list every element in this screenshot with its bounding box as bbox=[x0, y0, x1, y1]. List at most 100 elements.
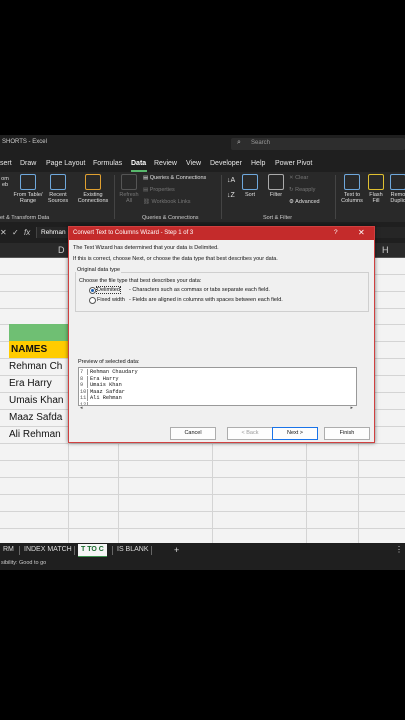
preview-row-number: 9 bbox=[79, 382, 88, 388]
name-cell[interactable]: Maaz Safda bbox=[9, 412, 69, 428]
help-icon[interactable]: ? bbox=[334, 229, 338, 236]
gridline bbox=[0, 477, 405, 478]
reapply-button[interactable]: ↻ Reapply bbox=[289, 187, 315, 193]
sheet-tab-index-match[interactable]: INDEX MATCH bbox=[21, 544, 75, 556]
name-cell[interactable]: Ali Rehman bbox=[9, 429, 69, 445]
advanced-label: Advanced bbox=[295, 199, 320, 205]
choose-file-type-label: Choose the file type that best describes… bbox=[79, 278, 202, 284]
name-cell[interactable]: Era Harry bbox=[9, 378, 69, 394]
column-header-d[interactable]: D bbox=[58, 245, 65, 255]
add-sheet-button[interactable]: + bbox=[171, 544, 182, 556]
scroll-right-icon[interactable]: ▸ bbox=[350, 405, 353, 411]
close-icon[interactable]: ✕ bbox=[358, 228, 365, 237]
fixed-width-description: - Fields are aligned in columns with spa… bbox=[129, 297, 283, 303]
from-table-label: From Table/ Range bbox=[13, 192, 43, 204]
names-header-text: NAMES bbox=[11, 344, 48, 355]
fixed-width-label[interactable]: Fixed width bbox=[97, 297, 125, 303]
status-bar: sibility: Good to go bbox=[0, 557, 405, 570]
group-label-sort-filter: Sort & Filter bbox=[263, 215, 293, 221]
clear-button[interactable]: ⨯ Clear bbox=[289, 175, 308, 181]
from-web-button[interactable]: om eb bbox=[0, 176, 10, 188]
back-button[interactable]: < Back bbox=[227, 427, 273, 440]
excel-window: SHORTS - Excel ⌕ Search sert Draw Page L… bbox=[0, 135, 405, 570]
preview-row-number: 11 bbox=[80, 395, 88, 401]
table-icon bbox=[20, 174, 36, 190]
sort-az-icon[interactable]: ↓A bbox=[227, 177, 235, 184]
remove-duplicates-icon bbox=[390, 174, 405, 190]
gridline bbox=[0, 511, 405, 512]
recent-sources-button[interactable]: Recent Sources bbox=[46, 174, 70, 204]
delimited-radio[interactable] bbox=[89, 287, 96, 294]
finish-button[interactable]: Finish bbox=[324, 427, 370, 440]
flash-fill-button[interactable]: Flash Fill bbox=[366, 174, 386, 204]
fixed-width-radio[interactable] bbox=[89, 297, 96, 304]
preview-row-number: 8 bbox=[79, 375, 88, 382]
sheet-tab-is-blank[interactable]: IS BLANK bbox=[114, 544, 152, 556]
menu-developer[interactable]: Developer bbox=[210, 160, 242, 167]
menu-page-layout[interactable]: Page Layout bbox=[46, 160, 85, 167]
delimited-label[interactable]: Delimited bbox=[96, 286, 121, 294]
flash-fill-label: Flash Fill bbox=[369, 192, 383, 204]
gridline bbox=[0, 460, 405, 461]
next-button[interactable]: Next > bbox=[272, 427, 318, 440]
sort-icon bbox=[242, 174, 258, 190]
sheet-tab-t-to-c[interactable]: T TO C bbox=[78, 544, 107, 558]
menu-draw[interactable]: Draw bbox=[20, 160, 36, 167]
search-icon: ⌕ bbox=[237, 139, 241, 146]
cancel-button[interactable]: Cancel bbox=[170, 427, 216, 440]
dialog-title: Convert Text to Columns Wizard - Step 1 … bbox=[73, 230, 194, 236]
refresh-all-button[interactable]: Refresh All bbox=[116, 174, 142, 204]
cancel-entry-icon[interactable]: ✕ bbox=[0, 228, 7, 237]
menu-formulas[interactable]: Formulas bbox=[93, 160, 122, 167]
recent-sources-label: Recent Sources bbox=[47, 192, 69, 204]
header-band-cell[interactable] bbox=[9, 324, 69, 341]
clear-label: Clear bbox=[295, 175, 309, 181]
group-separator bbox=[114, 175, 115, 219]
column-header-h[interactable]: H bbox=[382, 245, 389, 255]
name-cell[interactable]: Umais Khan bbox=[9, 395, 69, 411]
menu-view[interactable]: View bbox=[186, 160, 201, 167]
workbook-links-label: Workbook Links bbox=[151, 199, 191, 205]
refresh-all-label: Refresh All bbox=[119, 192, 139, 204]
names-header-cell[interactable]: NAMES bbox=[9, 341, 69, 358]
menu-review[interactable]: Review bbox=[154, 160, 177, 167]
search-box[interactable]: ⌕ Search bbox=[231, 138, 405, 150]
more-options-icon[interactable]: ⋮ bbox=[392, 544, 405, 556]
data-preview[interactable]: 7 Rehman Chaudary 8 Era Harry 9 Umais Khan … bbox=[78, 367, 357, 406]
advanced-button[interactable]: ⚙ Advanced bbox=[289, 199, 320, 205]
from-table-button[interactable]: From Table/ Range bbox=[10, 174, 46, 204]
menu-data[interactable]: Data bbox=[131, 160, 146, 167]
filter-label: Filter bbox=[269, 192, 283, 198]
name-cell[interactable]: Rehman Ch bbox=[9, 361, 69, 377]
menu-insert[interactable]: sert bbox=[0, 160, 12, 167]
workbook-links-button[interactable]: ⛓ Workbook Links bbox=[143, 199, 191, 205]
preview-horizontal-scrollbar[interactable]: ◂ ▸ bbox=[78, 405, 355, 411]
lightning-icon bbox=[368, 174, 384, 190]
filter-button[interactable]: Filter bbox=[266, 174, 286, 198]
group-label-get-transform: et & Transform Data bbox=[0, 215, 50, 221]
refresh-icon bbox=[121, 174, 137, 190]
existing-connections-button[interactable]: Existing Connections bbox=[74, 174, 112, 204]
insert-function-icon[interactable]: fx bbox=[24, 228, 30, 237]
queries-connections-button[interactable]: ▤ Queries & Connections bbox=[143, 175, 206, 181]
document-icon bbox=[85, 174, 101, 190]
preview-row-text: Era Harry bbox=[90, 375, 119, 382]
sort-button[interactable]: Sort bbox=[240, 174, 260, 198]
text-to-columns-button[interactable]: Text to Columns bbox=[339, 174, 365, 204]
gridline bbox=[0, 528, 405, 529]
clock-icon bbox=[50, 174, 66, 190]
menu-power-pivot[interactable]: Power Pivot bbox=[275, 160, 312, 167]
sheet-tab-rm[interactable]: RM bbox=[0, 544, 17, 556]
scroll-left-icon[interactable]: ◂ bbox=[80, 405, 83, 411]
delimited-description: - Characters such as commas or tabs sepa… bbox=[129, 287, 270, 293]
properties-button[interactable]: ▤ Properties bbox=[143, 187, 175, 193]
ribbon: om eb From Table/ Range Recent Sources E… bbox=[0, 172, 405, 222]
enter-icon[interactable]: ✓ bbox=[12, 228, 19, 237]
tab-separator bbox=[19, 546, 20, 555]
preview-row-text: Maaz Safdar bbox=[90, 388, 125, 395]
remove-duplicates-button[interactable]: Remo Duplic bbox=[388, 174, 405, 204]
existing-connections-label: Existing Connections bbox=[77, 192, 109, 204]
menu-help[interactable]: Help bbox=[251, 160, 265, 167]
sort-za-icon[interactable]: ↓Z bbox=[227, 192, 235, 199]
preview-row-number: 7 bbox=[79, 369, 88, 375]
